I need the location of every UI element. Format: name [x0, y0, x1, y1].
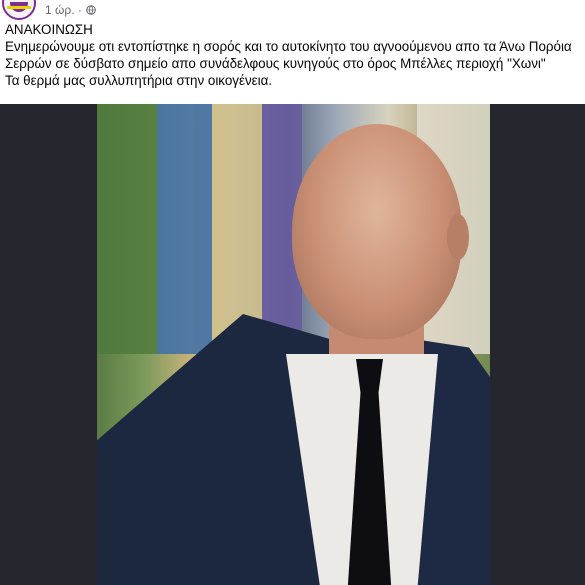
photo-background-panel	[212, 104, 262, 354]
photo-ear	[447, 214, 469, 260]
globe-icon	[86, 5, 96, 15]
post-line: Σερρών σε δύσβατο σημείο απο συνάδελφους…	[5, 56, 546, 71]
post-heading: ΑΝΑΚΟΙΝΩΣΗ	[5, 22, 93, 37]
post-line: Τα θερμά μας συλλυπητήρια στην οικογένει…	[5, 73, 273, 88]
photo-background-panel	[157, 104, 212, 354]
photo-background-panel	[97, 104, 157, 354]
post-photo[interactable]	[97, 104, 490, 585]
post-header: 1 ώρ. ·	[0, 0, 585, 22]
post-meta: 1 ώρ. ·	[45, 3, 96, 17]
post-timestamp[interactable]: 1 ώρ. ·	[45, 3, 82, 17]
photo-head	[292, 124, 462, 339]
post-line: Ενημερώνουμε οτι εντοπίστηκε η σορός και…	[5, 39, 572, 54]
post-text: ΑΝΑΚΟΙΝΩΣΗ Ενημερώνουμε οτι εντοπίστηκε …	[5, 21, 585, 89]
avatar-band	[7, 6, 31, 9]
page-avatar[interactable]	[2, 0, 36, 20]
post-media[interactable]	[0, 104, 585, 585]
